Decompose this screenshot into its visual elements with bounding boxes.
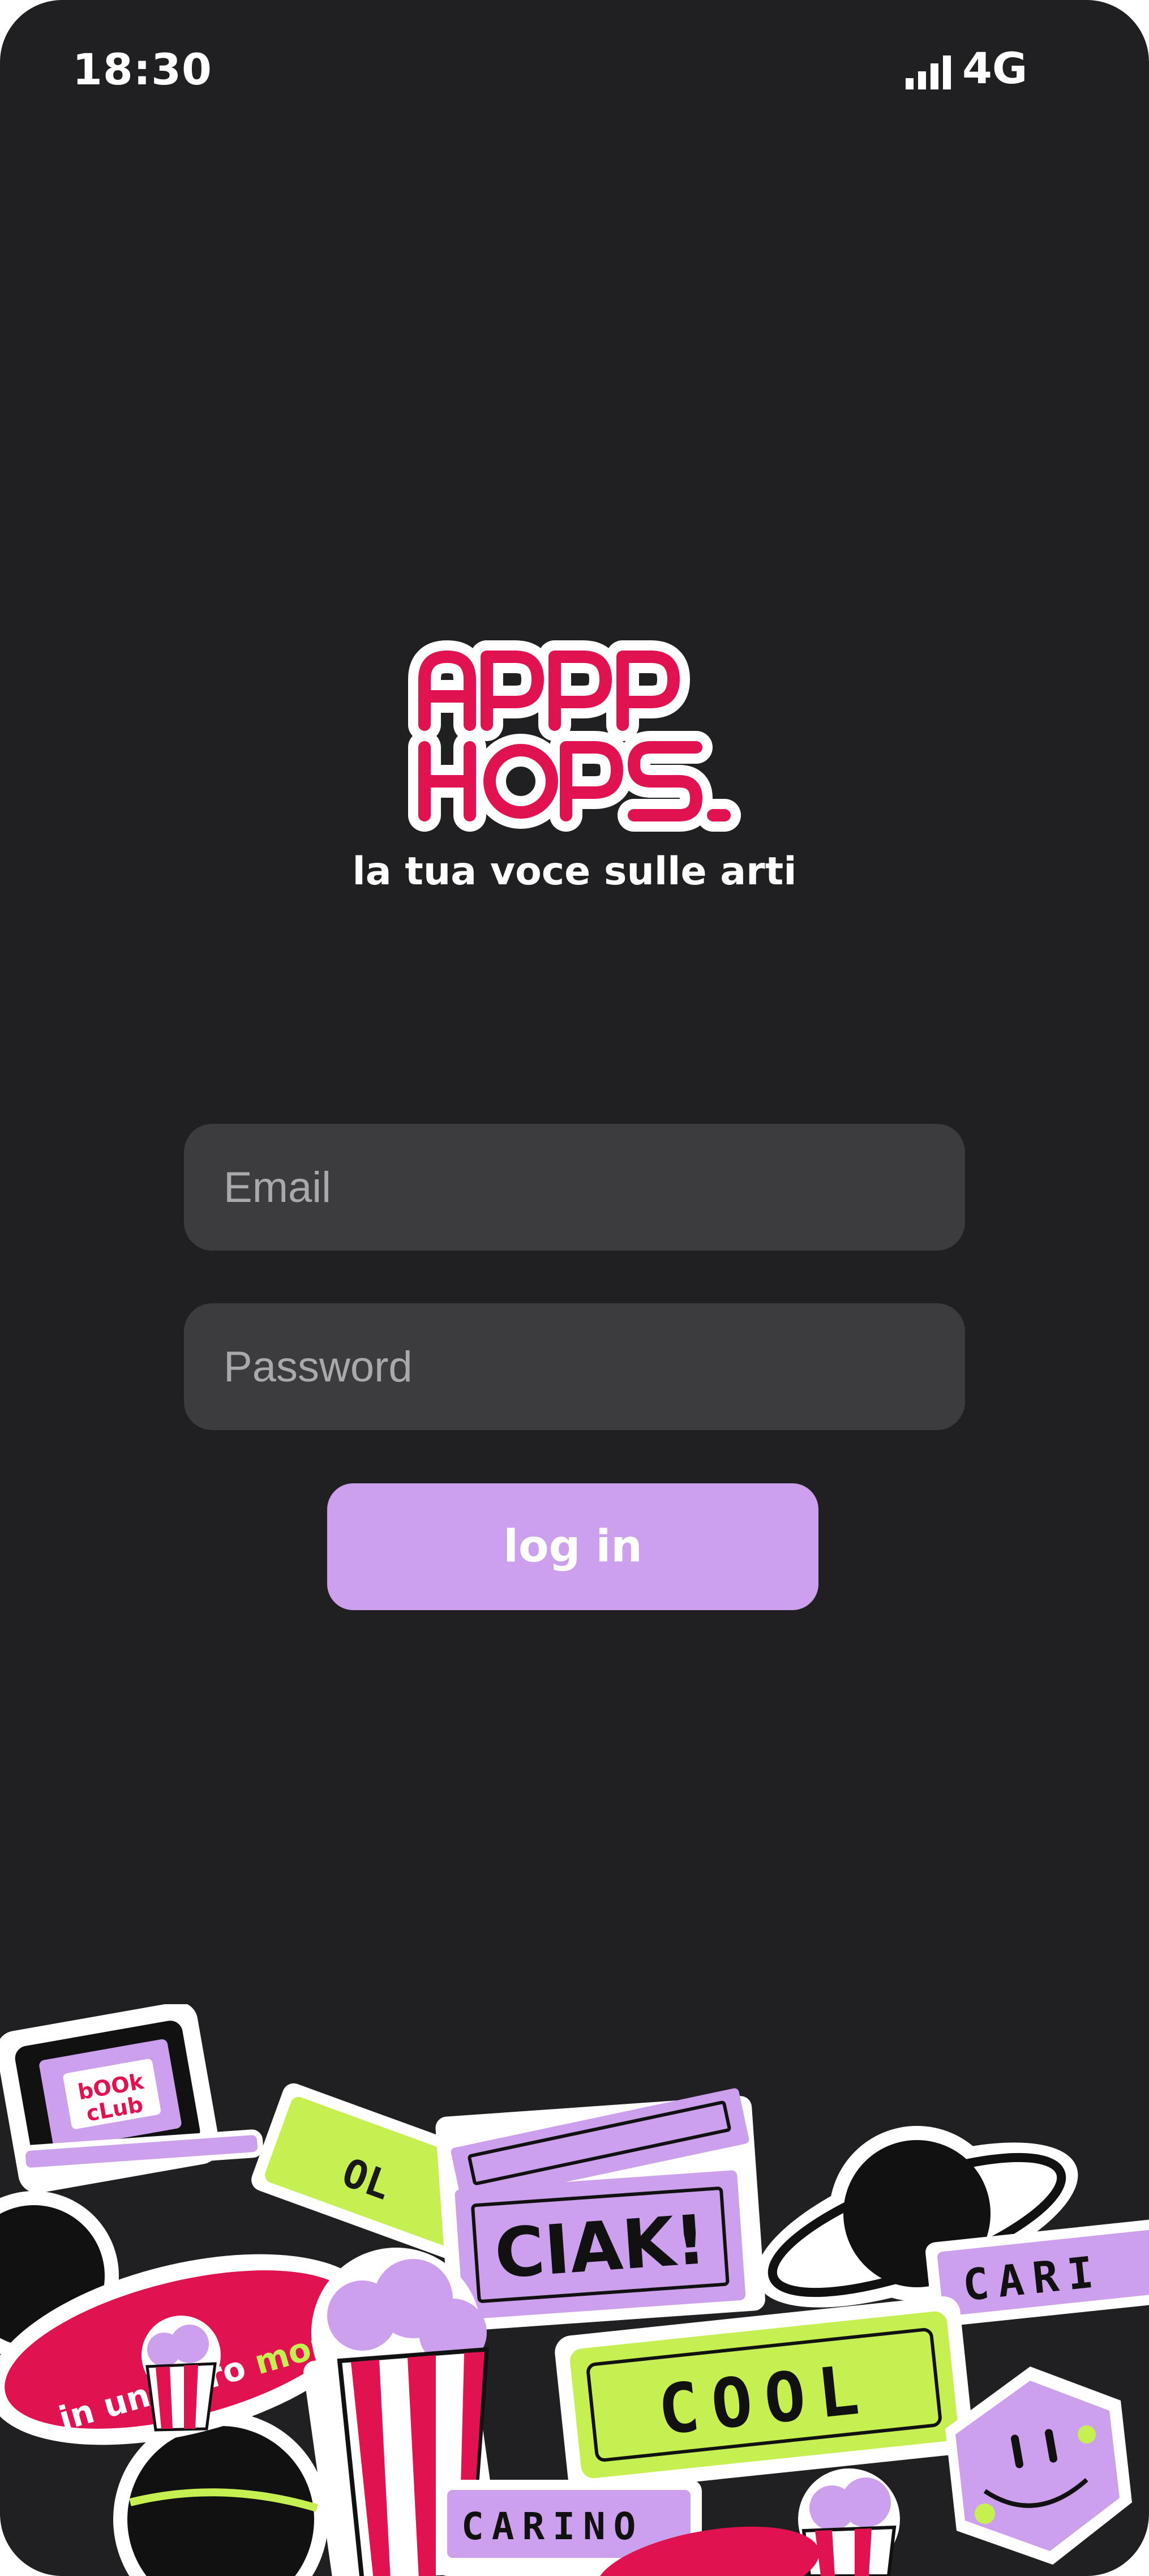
app-logo bbox=[408, 640, 741, 832]
smiley-hexagon-sticker bbox=[945, 2367, 1132, 2565]
password-input[interactable] bbox=[224, 1303, 925, 1430]
ciak-sticker: CIAK! bbox=[435, 2088, 765, 2331]
cool-ticket-sticker: COOL bbox=[555, 2296, 974, 2493]
phone-screen: 18:30 4G la tua voce sulle arti Email lo… bbox=[0, 0, 1149, 2576]
email-field[interactable] bbox=[184, 1124, 965, 1251]
app-tagline: la tua voce sulle arti bbox=[352, 849, 797, 894]
email-input[interactable] bbox=[224, 1124, 925, 1251]
login-button[interactable]: log in bbox=[327, 1483, 818, 1610]
status-bar: 18:30 4G bbox=[0, 0, 1149, 147]
network-type: 4G bbox=[962, 43, 1028, 93]
sticker-collage: OL bOOk cLub CIAK! CARI in un COOL CARIN… bbox=[0, 2004, 1149, 2576]
svg-text:CIAK!: CIAK! bbox=[492, 2201, 709, 2294]
carino-sticker-bottom: CARINO bbox=[436, 2480, 820, 2576]
password-field[interactable] bbox=[184, 1303, 965, 1430]
status-time: 18:30 bbox=[72, 44, 212, 95]
svg-text:CARINO: CARINO bbox=[461, 2505, 644, 2548]
signal-bars-icon bbox=[906, 55, 951, 89]
book-club-sticker: bOOk cLub bbox=[0, 2004, 263, 2193]
popcorn-sticker-small bbox=[142, 2316, 221, 2432]
